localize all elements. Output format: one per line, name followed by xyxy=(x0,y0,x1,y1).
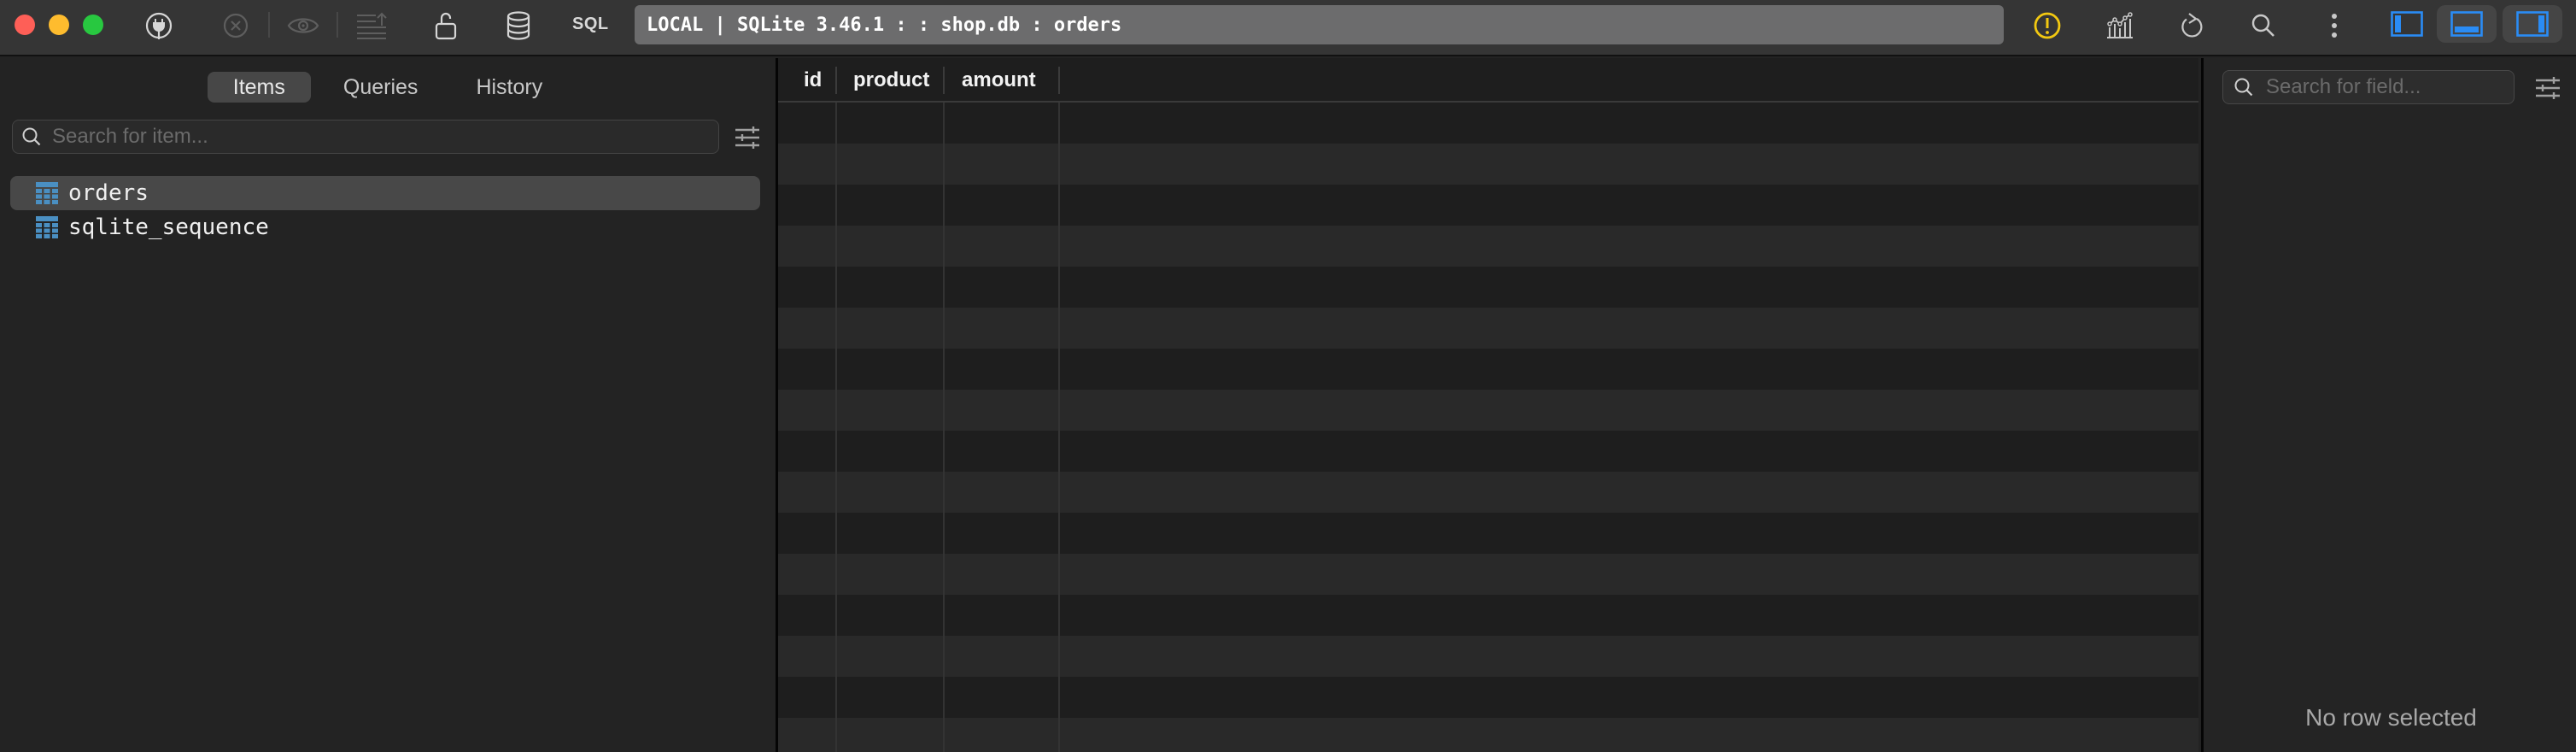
empty-grid-row xyxy=(778,390,2198,431)
filter-sliders-icon xyxy=(735,126,759,149)
toolbar-divider xyxy=(268,12,270,38)
list-sort-icon xyxy=(357,12,387,39)
table-list: orders sqlite_sequence xyxy=(10,176,760,244)
search-icon xyxy=(2234,78,2253,97)
column-header-product[interactable]: product xyxy=(853,58,929,103)
tab-items[interactable]: Items xyxy=(207,72,311,103)
sidebar: Items Queries History orders sqlite_sequ… xyxy=(0,58,776,752)
table-item-label: sqlite_sequence xyxy=(68,214,269,240)
empty-grid-row xyxy=(778,349,2198,390)
search-icon xyxy=(22,127,41,146)
table-icon xyxy=(36,216,58,238)
left-sidebar-icon xyxy=(2391,11,2423,37)
column-resize-handle[interactable] xyxy=(943,67,945,94)
column-resize-handle[interactable] xyxy=(835,67,837,94)
warning-button[interactable] xyxy=(2029,9,2066,43)
maximize-window-button[interactable] xyxy=(83,15,103,35)
item-search-input[interactable] xyxy=(52,125,701,149)
empty-grid-row xyxy=(778,636,2198,677)
bottom-panel-icon xyxy=(2450,11,2483,37)
search-icon xyxy=(2251,14,2274,37)
empty-grid-row xyxy=(778,677,2198,718)
empty-grid-row xyxy=(778,554,2198,595)
x-circle-icon xyxy=(223,13,249,38)
eye-icon xyxy=(287,18,319,33)
empty-grid-row xyxy=(778,226,2198,267)
filter-sliders-icon xyxy=(2536,77,2560,99)
empty-grid-row xyxy=(778,718,2198,752)
right-panel-icon xyxy=(2516,11,2549,37)
tab-queries[interactable]: Queries xyxy=(318,72,444,103)
grid-header: id product amount xyxy=(778,58,2198,103)
more-options-button[interactable] xyxy=(2315,9,2353,43)
toggle-right-panel-button[interactable] xyxy=(2503,5,2562,43)
unlocked-icon xyxy=(435,12,457,40)
empty-grid-row xyxy=(778,185,2198,226)
database-button[interactable] xyxy=(500,9,537,43)
tab-history[interactable]: History xyxy=(450,72,568,103)
toolbar: SQL LOCAL | SQLite 3.46.1 : : shop.db : … xyxy=(0,0,2576,56)
warning-icon xyxy=(2034,12,2061,39)
empty-state-message: No row selected xyxy=(2305,704,2477,731)
table-item-sqlite-sequence[interactable]: sqlite_sequence xyxy=(10,210,760,244)
sql-editor-button[interactable]: SQL xyxy=(572,15,609,34)
chart-icon xyxy=(2107,12,2133,38)
column-resize-handle[interactable] xyxy=(1058,67,1060,94)
table-item-orders[interactable]: orders xyxy=(10,176,760,210)
data-grid: id product amount xyxy=(776,58,2198,752)
empty-grid-row xyxy=(778,308,2198,349)
table-icon xyxy=(36,182,58,204)
search-button[interactable] xyxy=(2245,9,2282,43)
database-icon xyxy=(506,11,530,40)
item-filter-button[interactable] xyxy=(733,123,762,152)
empty-grid-row xyxy=(778,144,2198,185)
more-vertical-icon xyxy=(2332,14,2337,38)
toggle-left-sidebar-button[interactable] xyxy=(2377,5,2437,43)
toolbar-divider xyxy=(337,12,338,38)
preview-button[interactable] xyxy=(284,9,322,43)
toggle-bottom-panel-button[interactable] xyxy=(2437,5,2497,43)
empty-grid-row xyxy=(778,431,2198,472)
table-item-label: orders xyxy=(68,180,149,206)
empty-grid-row xyxy=(778,513,2198,554)
empty-grid-row xyxy=(778,472,2198,513)
empty-grid-row xyxy=(778,267,2198,308)
column-header-amount[interactable]: amount xyxy=(962,58,1036,103)
column-divider xyxy=(835,103,837,752)
minimize-window-button[interactable] xyxy=(49,15,69,35)
metrics-button[interactable] xyxy=(2101,9,2139,43)
connection-button[interactable] xyxy=(140,9,178,43)
plug-icon xyxy=(145,12,173,39)
reload-button[interactable] xyxy=(2173,9,2210,43)
field-search-field xyxy=(2222,70,2515,104)
column-header-id[interactable]: id xyxy=(804,58,822,103)
row-detail-panel: No row selected xyxy=(2201,58,2576,752)
column-divider xyxy=(943,103,945,752)
stop-button[interactable] xyxy=(217,9,255,43)
connection-address-bar[interactable]: LOCAL | SQLite 3.46.1 : : shop.db : orde… xyxy=(635,5,2004,44)
empty-grid-row xyxy=(778,595,2198,636)
sidebar-tabs: Items Queries History xyxy=(0,72,776,103)
refresh-icon xyxy=(2181,13,2203,38)
grid-body xyxy=(778,103,2198,752)
empty-grid-row xyxy=(778,103,2198,144)
sort-button[interactable] xyxy=(353,9,390,43)
close-window-button[interactable] xyxy=(15,15,35,35)
item-search-field xyxy=(12,120,719,154)
field-filter-button[interactable] xyxy=(2533,73,2562,103)
column-divider xyxy=(1058,103,1060,752)
field-search-input[interactable] xyxy=(2266,75,2514,99)
lock-button[interactable] xyxy=(427,9,465,43)
